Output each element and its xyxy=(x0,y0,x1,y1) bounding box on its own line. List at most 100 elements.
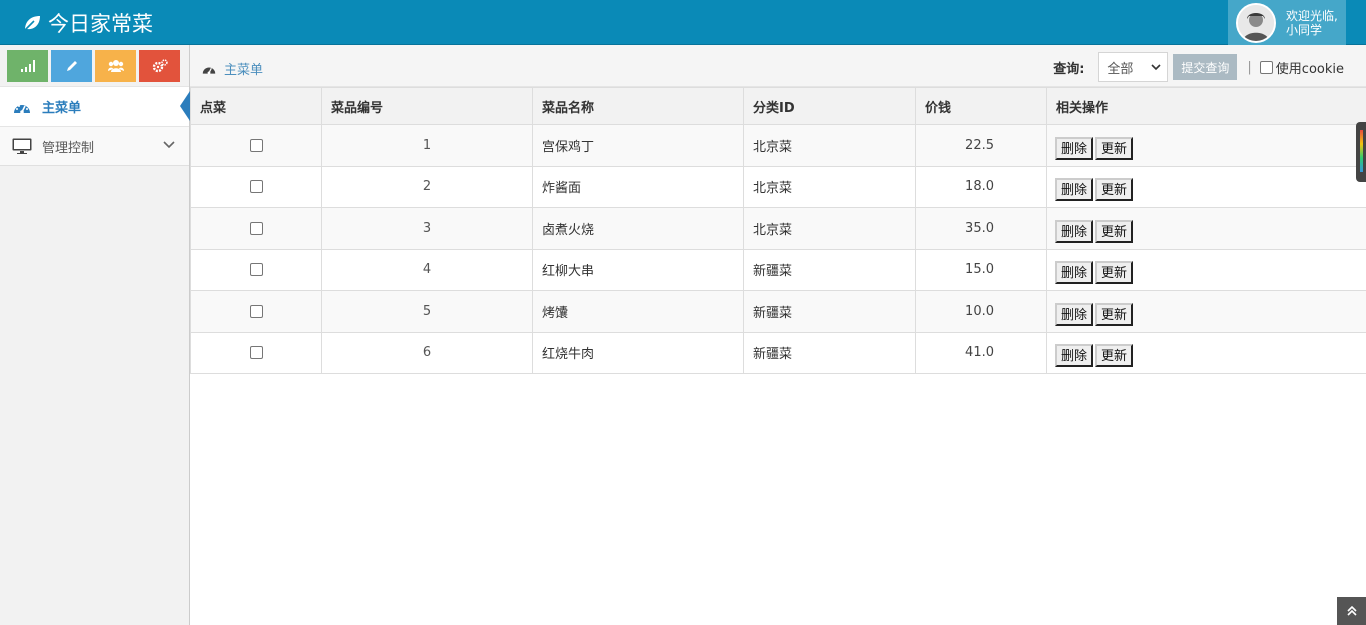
order-checkbox[interactable] xyxy=(249,263,263,277)
dashboard-icon xyxy=(12,100,32,114)
welcome-text: 欢迎光临, xyxy=(1286,8,1338,23)
category-cell: 新疆菜 xyxy=(743,331,916,374)
separator: | xyxy=(1247,59,1252,75)
dashboard-icon xyxy=(202,66,216,74)
category-select[interactable]: 全部 xyxy=(1098,52,1169,82)
table-row: 3 卤煮火烧 北京菜 35.0 删除 更新 xyxy=(190,207,1366,250)
column-header: 相关操作 xyxy=(1046,87,1366,125)
order-cell xyxy=(190,207,322,250)
update-button[interactable]: 更新 xyxy=(1095,136,1134,160)
order-checkbox[interactable] xyxy=(249,221,263,235)
sidebar-item-main-menu[interactable]: 主菜单 xyxy=(0,86,190,126)
shortcut-edit-button[interactable] xyxy=(51,50,92,82)
sidebar-item-management[interactable]: 管理控制 xyxy=(0,126,189,166)
delete-button[interactable]: 删除 xyxy=(1055,136,1094,160)
update-button[interactable]: 更新 xyxy=(1095,302,1134,326)
delete-button[interactable]: 删除 xyxy=(1055,219,1094,243)
order-cell xyxy=(190,248,322,291)
group-icon xyxy=(107,60,124,72)
back-to-top-button[interactable] xyxy=(1337,597,1366,625)
actions-cell: 删除 更新 xyxy=(1046,248,1366,291)
submit-query-button[interactable]: 提交查询 xyxy=(1173,54,1238,80)
category-cell: 新疆菜 xyxy=(743,248,916,291)
dish-id-cell: 4 xyxy=(321,248,533,291)
update-button[interactable]: 更新 xyxy=(1095,261,1134,285)
actions-cell: 删除 更新 xyxy=(1046,207,1366,250)
desktop-icon xyxy=(12,138,32,154)
category-cell: 新疆菜 xyxy=(743,290,916,333)
app-title: 今日家常菜 xyxy=(48,12,153,36)
dish-name-cell: 炸酱面 xyxy=(532,165,744,208)
column-header: 菜品编号 xyxy=(321,87,533,125)
avatar xyxy=(1236,2,1276,43)
column-header: 价钱 xyxy=(915,87,1047,125)
dish-id-cell: 5 xyxy=(321,290,533,333)
category-select-value: 全部 xyxy=(1107,61,1134,77)
order-checkbox[interactable] xyxy=(249,138,263,152)
shortcut-stats-button[interactable] xyxy=(7,50,48,82)
cogs-icon xyxy=(152,59,168,73)
table-row: 1 宫保鸡丁 北京菜 22.5 删除 更新 xyxy=(190,124,1366,167)
table-row: 5 烤馕 新疆菜 10.0 删除 更新 xyxy=(190,290,1366,333)
price-cell: 15.0 xyxy=(915,248,1047,291)
user-photo-icon xyxy=(1238,4,1274,41)
update-button[interactable]: 更新 xyxy=(1095,178,1134,202)
signal-icon xyxy=(20,60,35,72)
price-cell: 18.0 xyxy=(915,165,1047,208)
sidebar-shortcuts xyxy=(0,45,189,86)
category-cell: 北京菜 xyxy=(743,124,916,167)
order-cell xyxy=(190,124,322,167)
chevron-down-icon xyxy=(1151,64,1161,71)
use-cookie-label: 使用cookie xyxy=(1275,61,1344,77)
side-scroll-indicator[interactable] xyxy=(1356,122,1366,182)
query-label: 查询: xyxy=(1053,61,1085,77)
order-checkbox[interactable] xyxy=(249,304,263,318)
price-cell: 22.5 xyxy=(915,124,1047,167)
delete-button[interactable]: 删除 xyxy=(1055,178,1094,202)
breadcrumb-link[interactable]: 主菜单 xyxy=(224,59,263,78)
dish-name-cell: 宫保鸡丁 xyxy=(532,124,744,167)
table-header-row: 点菜 菜品编号 菜品名称 分类ID 价钱 相关操作 xyxy=(190,87,1366,125)
shortcut-users-button[interactable] xyxy=(95,50,136,82)
sidebar-item-label: 主菜单 xyxy=(42,101,82,116)
dish-id-cell: 3 xyxy=(321,207,533,250)
query-form: 查询: 全部 提交查询 | 使用cookie xyxy=(1053,52,1344,82)
dish-name-cell: 红柳大串 xyxy=(532,248,744,291)
pencil-icon xyxy=(66,61,77,71)
order-checkbox[interactable] xyxy=(249,346,263,360)
update-button[interactable]: 更新 xyxy=(1095,219,1134,243)
price-cell: 41.0 xyxy=(915,331,1047,374)
brand[interactable]: 今日家常菜 xyxy=(22,9,153,37)
dish-id-cell: 1 xyxy=(321,124,533,167)
actions-cell: 删除 更新 xyxy=(1046,124,1366,167)
user-menu[interactable]: 欢迎光临, 小同学 xyxy=(1228,0,1346,45)
breadcrumb-bar: 主菜单 查询: 全部 提交查询 | 使用cookie xyxy=(190,45,1366,87)
order-cell xyxy=(190,165,322,208)
dish-table: 点菜 菜品编号 菜品名称 分类ID 价钱 相关操作 1 宫保鸡丁 北京菜 22.5 删除… xyxy=(190,87,1366,374)
dish-name-cell: 烤馕 xyxy=(532,290,744,333)
order-cell xyxy=(190,290,322,333)
order-checkbox[interactable] xyxy=(249,180,263,194)
table-row: 2 炸酱面 北京菜 18.0 删除 更新 xyxy=(190,165,1366,208)
dish-name-cell: 红烧牛肉 xyxy=(532,331,744,374)
use-cookie-checkbox[interactable] xyxy=(1259,60,1273,74)
chevron-down-icon[interactable] xyxy=(163,141,175,149)
dish-id-cell: 6 xyxy=(321,331,533,374)
top-navbar: 今日家常菜 欢迎光临, 小同学 xyxy=(0,0,1366,45)
dish-id-cell: 2 xyxy=(321,165,533,208)
actions-cell: 删除 更新 xyxy=(1046,165,1366,208)
delete-button[interactable]: 删除 xyxy=(1055,302,1094,326)
double-chevron-up-icon xyxy=(1346,606,1357,616)
leaf-icon xyxy=(23,16,40,32)
price-cell: 35.0 xyxy=(915,207,1047,250)
price-cell: 10.0 xyxy=(915,290,1047,333)
shortcut-settings-button[interactable] xyxy=(139,50,180,82)
dish-name-cell: 卤煮火烧 xyxy=(532,207,744,250)
column-header: 分类ID xyxy=(743,87,916,125)
update-button[interactable]: 更新 xyxy=(1095,344,1134,368)
delete-button[interactable]: 删除 xyxy=(1055,261,1094,285)
delete-button[interactable]: 删除 xyxy=(1055,344,1094,368)
actions-cell: 删除 更新 xyxy=(1046,331,1366,374)
column-header: 菜品名称 xyxy=(532,87,744,125)
category-cell: 北京菜 xyxy=(743,165,916,208)
